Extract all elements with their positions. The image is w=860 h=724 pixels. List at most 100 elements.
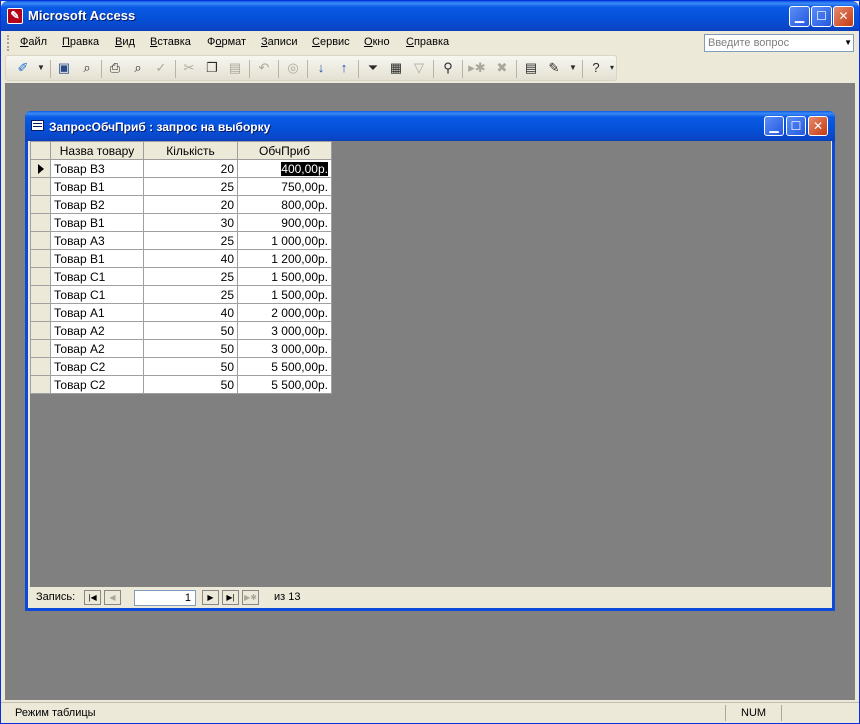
sort-ascending-icon[interactable]: ↓ [312,60,330,76]
minimize-button[interactable]: ▁ [789,6,810,27]
first-record-button[interactable]: |◀ [84,590,101,605]
filter-by-selection-icon[interactable]: ⏷ [364,60,382,76]
hyperlink-icon[interactable]: ◎ [284,60,302,76]
record-selector[interactable] [30,321,51,340]
cell-name[interactable]: Товар С1 [50,267,144,286]
cell-qty[interactable]: 50 [143,339,238,358]
query-window-titlebar[interactable]: ЗапросОбчПриб : запрос на выборку ▁ ☐ ✕ [25,111,835,141]
cut-icon[interactable]: ✂ [180,60,198,76]
cell-name[interactable]: Товар В2 [50,195,144,214]
cell-profit[interactable]: 400,00р. [237,159,332,178]
record-selector[interactable] [30,285,51,304]
cell-name[interactable]: Товар С2 [50,357,144,376]
cell-name[interactable]: Товар А1 [50,303,144,322]
print-preview-icon[interactable]: ⌕ [129,60,147,76]
cell-qty[interactable]: 25 [143,285,238,304]
table-row[interactable]: Товар С2 50 5 500,00р. [30,375,332,394]
cell-name[interactable]: Товар С2 [50,375,144,394]
menu-insert[interactable]: Вставка [150,36,191,48]
table-row[interactable]: Товар А1 40 2 000,00р. [30,303,332,322]
record-selector[interactable] [30,231,51,250]
menu-format[interactable]: Формат [207,36,246,48]
cell-profit[interactable]: 900,00р. [237,213,332,232]
cell-name[interactable]: Товар В1 [50,213,144,232]
cell-profit[interactable]: 5 500,00р. [237,375,332,394]
record-selector[interactable] [30,375,51,394]
record-selector[interactable] [30,339,51,358]
maximize-button[interactable]: ☐ [811,6,832,27]
cell-name[interactable]: Товар А3 [50,231,144,250]
save-icon[interactable]: ▣ [55,60,73,76]
menu-file[interactable]: Файл [20,36,47,48]
database-window-icon[interactable]: ▤ [522,60,540,76]
help-chevron-icon[interactable]: ▾ [603,60,621,76]
delete-record-icon[interactable]: ✖ [493,60,511,76]
cell-qty[interactable]: 20 [143,195,238,214]
cell-profit[interactable]: 1 500,00р. [237,267,332,286]
cell-qty[interactable]: 25 [143,231,238,250]
table-row[interactable]: Товар В2 20 800,00р. [30,195,332,214]
cell-profit[interactable]: 800,00р. [237,195,332,214]
cell-qty[interactable]: 40 [143,303,238,322]
table-row[interactable]: Товар А3 25 1 000,00р. [30,231,332,250]
table-row[interactable]: Товар С1 25 1 500,00р. [30,267,332,286]
sort-descending-icon[interactable]: ↑ [335,60,353,76]
cell-profit[interactable]: 750,00р. [237,177,332,196]
cell-profit[interactable]: 5 500,00р. [237,357,332,376]
chevron-down-icon[interactable]: ▼ [844,38,852,47]
new-record-nav-button[interactable]: ▶✱ [242,590,259,605]
menu-help[interactable]: Справка [406,36,449,48]
record-selector[interactable] [30,177,51,196]
cell-profit[interactable]: 1 000,00р. [237,231,332,250]
record-selector[interactable] [30,249,51,268]
cell-name[interactable]: Товар А2 [50,321,144,340]
cell-qty[interactable]: 25 [143,267,238,286]
view-dropdown-chevron-icon[interactable]: ▼ [32,60,50,76]
new-record-icon[interactable]: ▸✱ [468,60,486,76]
column-header-name[interactable]: Назва товару [50,141,144,160]
record-selector[interactable] [30,195,51,214]
cell-qty[interactable]: 50 [143,357,238,376]
record-selector[interactable] [30,303,51,322]
cell-qty[interactable]: 20 [143,159,238,178]
cell-qty[interactable]: 30 [143,213,238,232]
column-header-profit[interactable]: ОбчПриб [237,141,332,160]
previous-record-button[interactable]: ◀ [104,590,121,605]
cell-profit[interactable]: 3 000,00р. [237,321,332,340]
query-maximize-button[interactable]: ☐ [786,116,806,136]
table-row[interactable]: Товар В1 40 1 200,00р. [30,249,332,268]
copy-icon[interactable]: ❐ [203,60,221,76]
search-file-icon[interactable]: ⌕ [78,60,96,76]
cell-profit[interactable]: 2 000,00р. [237,303,332,322]
table-row[interactable]: Товар В1 30 900,00р. [30,213,332,232]
main-titlebar[interactable]: ✎ Microsoft Access ▁ ☐ ✕ [1,1,859,31]
record-selector[interactable] [30,159,51,178]
cell-qty[interactable]: 50 [143,375,238,394]
cell-profit[interactable]: 1 500,00р. [237,285,332,304]
table-row[interactable]: Товар С2 50 5 500,00р. [30,357,332,376]
menu-view[interactable]: Вид [115,36,135,48]
menu-records[interactable]: Записи [261,36,298,48]
query-close-button[interactable]: ✕ [808,116,828,136]
access-key-icon[interactable]: ✎ [7,8,23,24]
table-row[interactable]: Товар С1 25 1 500,00р. [30,285,332,304]
find-icon[interactable]: ⚲ [439,60,457,76]
cell-name[interactable]: Товар С1 [50,285,144,304]
cell-name[interactable]: Товар В1 [50,177,144,196]
table-row[interactable]: Товар В3 20 400,00р. [30,159,332,178]
next-record-button[interactable]: ▶ [202,590,219,605]
cell-name[interactable]: Товар В3 [50,159,144,178]
menubar-grip[interactable] [7,35,10,51]
query-minimize-button[interactable]: ▁ [764,116,784,136]
table-row[interactable]: Товар В1 25 750,00р. [30,177,332,196]
ask-question-box[interactable]: Введите вопрос ▼ [704,34,854,52]
record-selector[interactable] [30,357,51,376]
datasheet-area[interactable]: Назва товару Кількість ОбчПриб Товар В3 2… [30,141,831,587]
view-design-icon[interactable]: ✐ [14,60,32,76]
column-header-qty[interactable]: Кількість [143,141,238,160]
new-object-chevron-icon[interactable]: ▼ [564,60,582,76]
datasheet-icon[interactable] [31,120,44,131]
last-record-button[interactable]: ▶| [222,590,239,605]
cell-name[interactable]: Товар А2 [50,339,144,358]
cell-qty[interactable]: 50 [143,321,238,340]
